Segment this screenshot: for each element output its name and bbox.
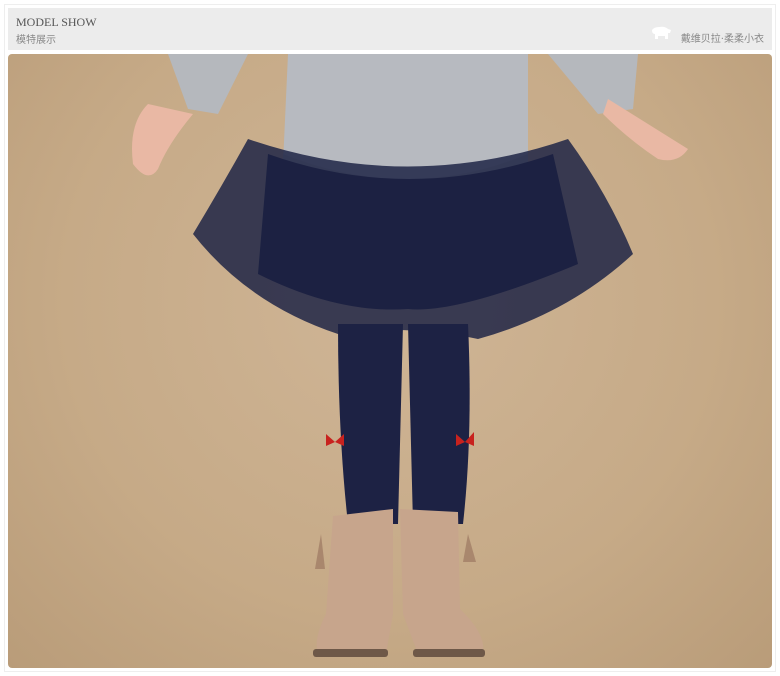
section-title: MODEL SHOW [16,15,97,29]
model-illustration [132,54,688,657]
elephant-icon [652,26,671,39]
section-header: MODEL SHOW 模特展示 戴维贝拉·柔柔小衣 [8,8,772,50]
brand-name: 戴维贝拉·柔柔小衣 [680,34,764,45]
section-subtitle: 模特展示 [16,35,56,46]
model-photo [8,54,772,668]
